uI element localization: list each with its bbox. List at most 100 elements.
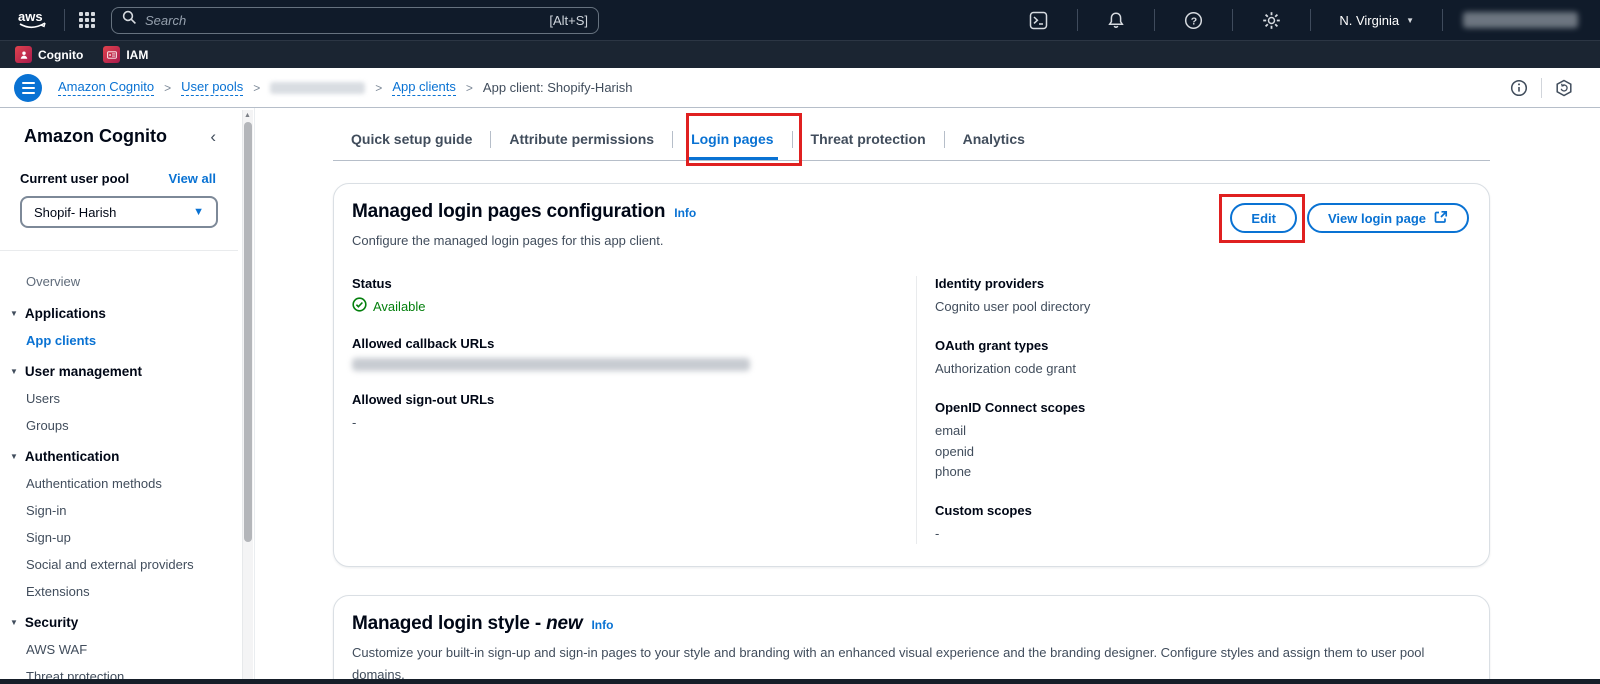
- sidebar-item-overview[interactable]: Overview: [0, 267, 238, 296]
- account-name-redacted[interactable]: [1463, 12, 1578, 28]
- breadcrumb-separator: >: [253, 80, 261, 95]
- callback-urls-label: Allowed callback URLs: [352, 336, 495, 352]
- info-icon[interactable]: [1497, 79, 1541, 97]
- sidebar-section-authentication[interactable]: ▼ Authentication: [0, 439, 238, 470]
- hamburger-menu-icon[interactable]: [14, 73, 42, 102]
- sidebar-collapse-icon[interactable]: ‹: [210, 128, 216, 145]
- region-selector[interactable]: N. Virginia ▼: [1325, 13, 1428, 28]
- custom-scopes-label: Custom scopes: [935, 502, 1032, 518]
- sidebar-section-applications[interactable]: ▼ Applications: [0, 296, 238, 327]
- managed-login-style-card: Managed login style - new Info Customize…: [333, 594, 1490, 684]
- sidebar-item-groups[interactable]: Groups: [0, 412, 238, 439]
- bottom-edge-strip: [0, 679, 1600, 684]
- aws-logo[interactable]: aws: [16, 8, 50, 32]
- edit-button[interactable]: Edit: [1230, 203, 1297, 233]
- sidebar-section-user-management[interactable]: ▼ User management: [0, 354, 238, 385]
- triangle-down-icon: ▼: [10, 309, 18, 318]
- topbar-divider: [1232, 9, 1234, 31]
- tab-threat-protection[interactable]: Threat protection: [793, 121, 944, 160]
- sidebar-item-social-providers[interactable]: Social and external providers: [0, 551, 238, 578]
- new-label: new: [546, 612, 583, 634]
- sidebar-item-aws-waf[interactable]: AWS WAF: [0, 636, 238, 663]
- topbar-divider: [1310, 9, 1312, 31]
- favorite-label: IAM: [126, 47, 149, 62]
- tab-quick-setup-guide[interactable]: Quick setup guide: [333, 121, 490, 160]
- tab-attribute-permissions[interactable]: Attribute permissions: [491, 121, 672, 160]
- favorite-iam[interactable]: IAM: [103, 46, 148, 63]
- callback-url-redacted: [352, 358, 750, 372]
- view-all-link[interactable]: View all: [169, 171, 216, 186]
- oauth-grant-types-value: Authorization code grant: [935, 361, 1076, 377]
- cloudshell-icon[interactable]: [1014, 11, 1063, 30]
- sidebar-item-sign-up[interactable]: Sign-up: [0, 524, 238, 551]
- card-title: Managed login style - new: [352, 612, 583, 634]
- scrollbar-up-arrow[interactable]: ▲: [244, 112, 251, 119]
- sidebar-scrollbar[interactable]: ▲: [242, 110, 253, 682]
- sidebar-item-sign-in[interactable]: Sign-in: [0, 497, 238, 524]
- svg-text:aws: aws: [18, 9, 43, 24]
- sidebar-item-authentication-methods[interactable]: Authentication methods: [0, 470, 238, 497]
- user-pool-select[interactable]: Shopif- Harish ▼: [20, 196, 218, 228]
- tabs-bottom-border: [333, 160, 1490, 161]
- topbar-divider: [1077, 9, 1079, 31]
- current-user-pool-label: Current user pool: [20, 171, 130, 186]
- user-pool-select-value: Shopif- Harish: [34, 204, 117, 220]
- help-icon[interactable]: ?: [1169, 11, 1218, 30]
- search-shortcut: [Alt+S]: [549, 12, 588, 28]
- svg-text:?: ?: [1191, 15, 1197, 27]
- breadcrumb-current: App client: Shopify-Harish: [482, 80, 633, 95]
- topbar-divider: [64, 9, 65, 31]
- settings-gear-icon[interactable]: [1247, 11, 1296, 30]
- breadcrumb-pool-name-redacted[interactable]: [270, 81, 366, 94]
- managed-login-pages-card: Managed login pages configuration Info C…: [333, 183, 1490, 567]
- identity-providers-label: Identity providers: [935, 276, 1045, 292]
- favorite-cognito[interactable]: Cognito: [15, 46, 83, 63]
- favorite-label: Cognito: [38, 47, 84, 62]
- breadcrumb-user-pools[interactable]: User pools: [181, 79, 244, 96]
- section-label: Applications: [24, 306, 106, 321]
- view-login-page-button[interactable]: View login page: [1306, 203, 1469, 233]
- status-badge: Available: [352, 297, 916, 315]
- sidebar-divider: [0, 250, 238, 251]
- sidebar-scrollbar-thumb[interactable]: [244, 122, 252, 542]
- iam-service-icon: [103, 46, 121, 63]
- section-label: User management: [24, 364, 142, 379]
- tabs: Quick setup guide Attribute permissions …: [333, 121, 1490, 160]
- sidebar-section-security[interactable]: ▼ Security: [0, 605, 238, 636]
- card-title: Managed login pages configuration: [352, 201, 666, 222]
- oidc-scopes-label: OpenID Connect scopes: [935, 400, 1086, 416]
- cognito-service-icon: [15, 46, 32, 63]
- oidc-scope-openid: openid: [935, 443, 975, 459]
- breadcrumb-amazon-cognito[interactable]: Amazon Cognito: [58, 79, 155, 96]
- new-features-hexagon-icon[interactable]: [1542, 79, 1586, 97]
- check-circle-icon: [352, 297, 367, 315]
- section-label: Authentication: [24, 449, 120, 464]
- triangle-down-icon: ▼: [10, 618, 18, 627]
- sidebar-item-app-clients[interactable]: App clients: [0, 327, 238, 354]
- sidebar-item-extensions[interactable]: Extensions: [0, 578, 238, 605]
- tab-label: Login pages: [691, 131, 774, 147]
- oauth-grant-types-label: OAuth grant types: [935, 338, 1049, 354]
- tab-analytics[interactable]: Analytics: [945, 121, 1043, 160]
- custom-scopes-value: -: [935, 525, 940, 541]
- info-link[interactable]: Info: [591, 618, 613, 632]
- breadcrumb-app-clients[interactable]: App clients: [392, 79, 456, 96]
- oidc-scope-email: email: [935, 423, 967, 439]
- info-link[interactable]: Info: [674, 206, 696, 220]
- page-body: Amazon Cognito ‹ Current user pool View …: [0, 108, 1600, 684]
- tab-login-pages[interactable]: Login pages: [673, 121, 791, 160]
- search-placeholder: Search: [145, 12, 187, 28]
- sidebar-item-users[interactable]: Users: [0, 385, 238, 412]
- identity-providers-value: Cognito user pool directory: [935, 299, 1091, 315]
- sidebar-navigation: Amazon Cognito ‹ Current user pool View …: [0, 108, 255, 684]
- services-grid-icon[interactable]: [79, 12, 95, 28]
- signout-urls-value: -: [352, 415, 357, 431]
- card-description: Configure the managed login pages for th…: [352, 233, 664, 248]
- top-navigation-bar: aws Search [Alt+S] ? N. Virginia ▼: [0, 0, 1600, 40]
- breadcrumb-separator: >: [164, 80, 172, 95]
- notifications-bell-icon[interactable]: [1092, 11, 1140, 30]
- external-link-icon: [1434, 210, 1448, 227]
- signout-urls-label: Allowed sign-out URLs: [352, 392, 495, 408]
- triangle-down-icon: ▼: [10, 452, 18, 461]
- search-input[interactable]: Search [Alt+S]: [111, 6, 599, 34]
